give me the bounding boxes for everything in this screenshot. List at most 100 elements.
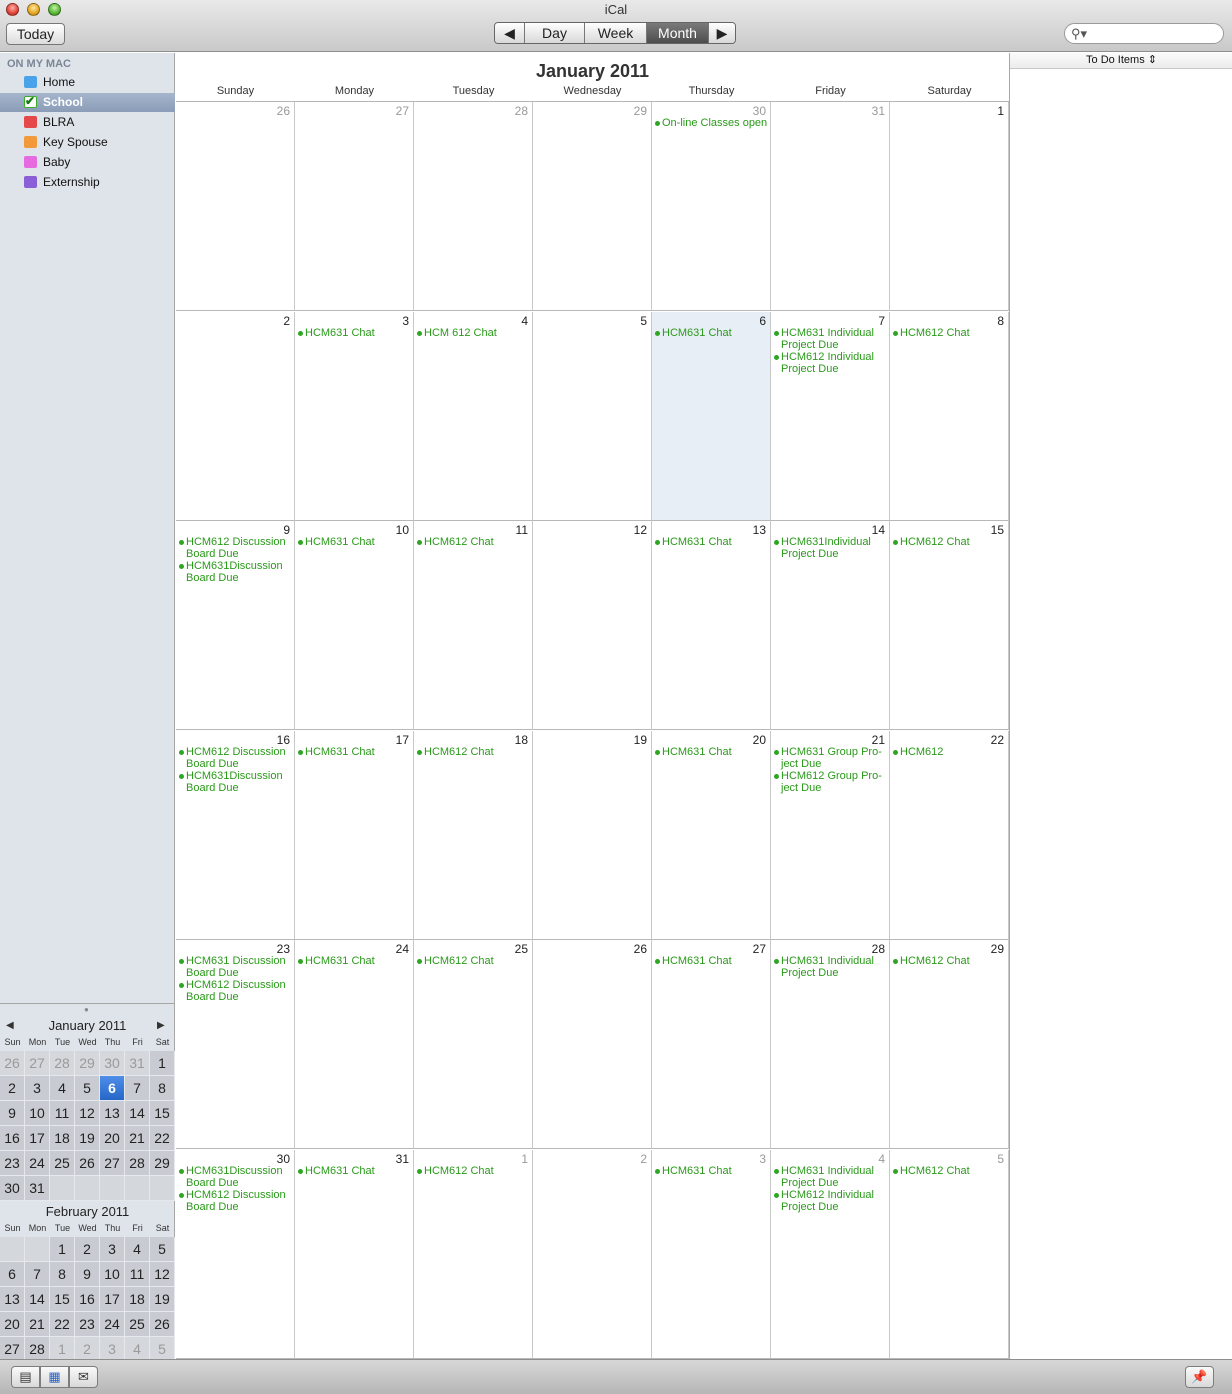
mini-calendar-day[interactable]: 27 — [25, 1051, 50, 1076]
pin-icon[interactable]: 📌 — [1185, 1366, 1214, 1388]
next-arrow-icon[interactable]: ▶ — [709, 23, 735, 43]
calendar-event[interactable]: HCM612 Chat — [416, 536, 530, 548]
day-cell[interactable]: 29 HCM612 Chat — [890, 940, 1009, 1149]
day-cell[interactable]: 21 HCM631 Group Pro-ject Due HCM612 Group … — [771, 730, 890, 940]
mini-calendar-day[interactable]: 24 — [25, 1151, 50, 1176]
day-cell[interactable]: 26 — [176, 102, 295, 311]
calendar-event[interactable]: HCM631 Chat — [297, 327, 411, 339]
day-cell[interactable]: 4 HCM631 Individual Project Due HCM612 Ind… — [771, 1149, 890, 1359]
calendar-event[interactable]: HCM612 Chat — [892, 1165, 1006, 1177]
mini-calendar-day[interactable]: 14 — [125, 1101, 150, 1126]
mini-calendar-day[interactable]: 1 — [150, 1051, 175, 1076]
day-cell[interactable]: 30 HCM631Discussion Board Due HCM612 Discu… — [176, 1149, 295, 1359]
day-cell[interactable]: 15 HCM612 Chat — [890, 521, 1009, 730]
day-view-button[interactable]: Day — [525, 23, 585, 43]
calendar-event[interactable]: HCM631 Chat — [654, 746, 768, 758]
sidebar-calendar-item[interactable]: Baby — [0, 153, 175, 172]
calendar-event[interactable]: HCM631 Individual Project Due — [773, 1165, 887, 1189]
calendar-event[interactable]: HCM631 Chat — [654, 955, 768, 967]
mini-calendar-day[interactable]: 26 — [150, 1312, 175, 1337]
calendar-list-icon[interactable]: ▤ — [11, 1366, 40, 1388]
notifications-icon[interactable]: ✉ — [69, 1366, 98, 1388]
mini-calendar-day[interactable]: 30 — [100, 1051, 125, 1076]
mini-calendar-day[interactable]: 5 — [75, 1076, 100, 1101]
mini-calendar-day[interactable]: 9 — [0, 1101, 25, 1126]
mini-calendar-day[interactable]: 9 — [75, 1262, 100, 1287]
calendar-event[interactable]: HCM612 — [892, 746, 1006, 758]
day-cell[interactable]: 22 HCM612 — [890, 730, 1009, 940]
mini-calendar-day[interactable]: 25 — [125, 1312, 150, 1337]
calendar-event[interactable]: HCM631 Chat — [297, 955, 411, 967]
day-cell[interactable]: 1 HCM612 Chat — [414, 1149, 533, 1359]
calendar-event[interactable]: HCM612 Discussion Board Due — [178, 536, 292, 560]
mini-calendar-day[interactable]: 15 — [150, 1101, 175, 1126]
mini-calendar-day[interactable]: 23 — [75, 1312, 100, 1337]
mini-calendar-day[interactable]: 3 — [100, 1237, 125, 1262]
calendar-event[interactable]: HCM631 Chat — [297, 1165, 411, 1177]
calendar-event[interactable]: HCM612 Chat — [892, 536, 1006, 548]
day-cell[interactable]: 9 HCM612 Discussion Board Due HCM631Discus… — [176, 521, 295, 730]
mini-calendar-icon[interactable]: ▦ — [40, 1366, 69, 1388]
sidebar-calendar-item[interactable]: Key Spouse — [0, 133, 175, 152]
calendar-checkbox[interactable] — [24, 176, 37, 188]
mini-calendar-day[interactable]: 7 — [25, 1262, 50, 1287]
week-view-button[interactable]: Week — [585, 23, 647, 43]
calendar-event[interactable]: HCM612 Individual Project Due — [773, 1189, 887, 1213]
day-cell[interactable]: 23 HCM631 Discussion Board Due HCM612 Disc… — [176, 940, 295, 1149]
mini-calendar-day[interactable]: 15 — [50, 1287, 75, 1312]
mini-calendar-day[interactable]: 23 — [0, 1151, 25, 1176]
mini-calendar-day[interactable]: 22 — [150, 1126, 175, 1151]
mini-calendar-day[interactable]: 18 — [50, 1126, 75, 1151]
mini-calendar-day[interactable]: 10 — [100, 1262, 125, 1287]
calendar-checkbox[interactable] — [24, 136, 37, 148]
calendar-checkbox[interactable]: ✔ — [24, 94, 37, 108]
month-view-button[interactable]: Month — [647, 23, 709, 43]
calendar-event[interactable]: HCM612 Group Pro-ject Due — [773, 770, 887, 794]
mini-calendar-day[interactable]: 27 — [100, 1151, 125, 1176]
mini-calendar-day[interactable]: 28 — [50, 1051, 75, 1076]
day-cell[interactable]: 26 — [533, 940, 652, 1149]
day-cell[interactable]: 28 — [414, 102, 533, 311]
day-cell[interactable]: 18 HCM612 Chat — [414, 730, 533, 940]
day-cell[interactable]: 11 HCM612 Chat — [414, 521, 533, 730]
mini-calendar-day[interactable]: 14 — [25, 1287, 50, 1312]
calendar-event[interactable]: HCM612 Discussion Board Due — [178, 746, 292, 770]
mini-calendar-day[interactable]: 2 — [0, 1076, 25, 1101]
mini-calendar-day[interactable]: 5 — [150, 1237, 175, 1262]
mini-calendar-day[interactable]: 26 — [75, 1151, 100, 1176]
mini-calendar-day[interactable]: 20 — [100, 1126, 125, 1151]
calendar-event[interactable]: HCM612 Discussion Board Due — [178, 979, 292, 1003]
day-cell[interactable]: 31 HCM631 Chat — [295, 1149, 414, 1359]
day-cell[interactable]: 8 HCM612 Chat — [890, 311, 1009, 521]
mini-calendar-day[interactable]: 13 — [0, 1287, 25, 1312]
mini-calendar-day[interactable]: 25 — [50, 1151, 75, 1176]
mini-calendar-day[interactable]: 13 — [100, 1101, 125, 1126]
day-cell[interactable]: 1 — [890, 102, 1009, 311]
mini-calendar-day[interactable]: 1 — [50, 1237, 75, 1262]
day-cell[interactable]: 27 HCM631 Chat — [652, 940, 771, 1149]
mini-calendar-day[interactable]: 29 — [150, 1151, 175, 1176]
mini-calendar-day[interactable]: 20 — [0, 1312, 25, 1337]
calendar-event[interactable]: HCM631 Chat — [297, 746, 411, 758]
mini-calendar-day[interactable]: 30 — [0, 1176, 25, 1201]
calendar-event[interactable]: HCM631 Individual Project Due — [773, 955, 887, 979]
day-cell[interactable]: 5 HCM612 Chat — [890, 1149, 1009, 1359]
mini-calendar-day[interactable]: 21 — [125, 1126, 150, 1151]
calendar-event[interactable]: HCM612 Individual Project Due — [773, 351, 887, 375]
calendar-event[interactable]: HCM631 Group Pro-ject Due — [773, 746, 887, 770]
day-cell[interactable]: 7 HCM631 Individual Project Due HCM612 Ind… — [771, 311, 890, 521]
mini-calendar-day[interactable]: 12 — [150, 1262, 175, 1287]
calendar-event[interactable]: HCM631 Chat — [654, 536, 768, 548]
day-cell[interactable]: 3 HCM631 Chat — [652, 1149, 771, 1359]
mini-calendar-day[interactable]: 18 — [125, 1287, 150, 1312]
calendar-event[interactable]: HCM612 Chat — [892, 955, 1006, 967]
today-button[interactable]: Today — [6, 23, 65, 45]
mini-calendar-day[interactable]: 6 — [100, 1076, 125, 1101]
mini-calendar-day[interactable]: 31 — [125, 1051, 150, 1076]
calendar-event[interactable]: HCM612 Chat — [416, 1165, 530, 1177]
mini-calendar-day[interactable]: 26 — [0, 1051, 25, 1076]
mini-calendar-day[interactable]: 2 — [75, 1237, 100, 1262]
calendar-event[interactable]: HCM631Discussion Board Due — [178, 770, 292, 794]
day-cell[interactable]: 10 HCM631 Chat — [295, 521, 414, 730]
day-cell[interactable]: 19 — [533, 730, 652, 940]
